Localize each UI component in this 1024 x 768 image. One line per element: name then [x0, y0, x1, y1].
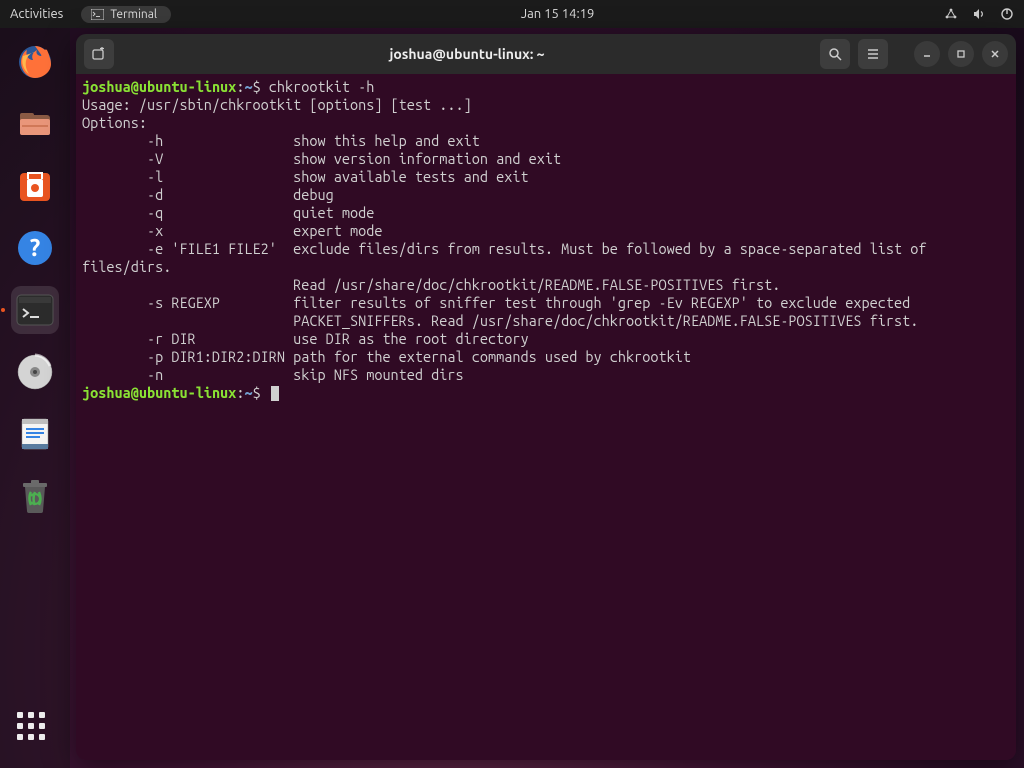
dock-help[interactable]: ?	[11, 224, 59, 272]
maximize-button[interactable]	[948, 41, 974, 67]
out-line-8: -e 'FILE1 FILE2' exclude files/dirs from…	[82, 240, 926, 257]
close-button[interactable]	[982, 41, 1008, 67]
out-line-11: -s REGEXP filter results of sniffer test…	[82, 294, 910, 311]
dock-files[interactable]	[11, 100, 59, 148]
search-button[interactable]	[820, 39, 850, 69]
out-line-5: -d debug	[82, 186, 334, 203]
out-line-6: -q quiet mode	[82, 204, 374, 221]
prompt2-path: ~	[244, 384, 252, 401]
active-app-indicator[interactable]: Terminal	[81, 6, 171, 23]
prompt-at: @	[131, 78, 139, 95]
dock-text-editor[interactable]	[11, 410, 59, 458]
prompt-dollar: $	[253, 78, 261, 95]
titlebar[interactable]: joshua@ubuntu-linux: ~	[76, 34, 1016, 74]
terminal-window: joshua@ubuntu-linux: ~	[76, 34, 1016, 760]
out-line-0: Usage: /usr/sbin/chkrootkit [options] [t…	[82, 96, 472, 113]
prompt-host: ubuntu-linux	[139, 78, 236, 95]
network-icon	[944, 7, 958, 21]
menu-button[interactable]	[858, 39, 888, 69]
prompt-path: ~	[244, 78, 252, 95]
out-line-2: -h show this help and exit	[82, 132, 480, 149]
svg-text:?: ?	[30, 234, 41, 261]
dock-firefox[interactable]	[11, 38, 59, 86]
prompt2-at: @	[131, 384, 139, 401]
command-1: chkrootkit -h	[261, 78, 375, 95]
terminal-icon	[91, 9, 104, 20]
out-line-3: -V show version information and exit	[82, 150, 561, 167]
out-line-15: -n skip NFS mounted dirs	[82, 366, 464, 383]
out-line-1: Options:	[82, 114, 147, 131]
out-line-13: -r DIR use DIR as the root directory	[82, 330, 529, 347]
dock-trash[interactable]	[11, 472, 59, 520]
out-line-14: -p DIR1:DIR2:DIRN path for the external …	[82, 348, 691, 365]
prompt2-user: joshua	[82, 384, 131, 401]
minimize-button[interactable]	[914, 41, 940, 67]
prompt2-host: ubuntu-linux	[139, 384, 236, 401]
dock-software[interactable]	[11, 162, 59, 210]
out-line-4: -l show available tests and exit	[82, 168, 529, 185]
terminal-output[interactable]: joshua@ubuntu-linux:~$ chkrootkit -h Usa…	[76, 74, 1016, 760]
cursor	[271, 386, 279, 401]
desktop: ? joshua@ubuntu-linux: ~	[0, 28, 1024, 768]
power-icon	[1000, 7, 1014, 21]
dock: ?	[0, 28, 70, 768]
clock[interactable]: Jan 15 14:19	[521, 7, 595, 21]
dock-disc[interactable]	[11, 348, 59, 396]
active-app-label: Terminal	[110, 8, 157, 21]
show-applications-button[interactable]	[17, 712, 53, 748]
prompt2-dollar: $	[253, 384, 261, 401]
system-tray[interactable]	[944, 7, 1014, 21]
out-line-9: files/dirs.	[82, 258, 171, 275]
dock-terminal[interactable]	[11, 286, 59, 334]
activities-button[interactable]: Activities	[10, 7, 63, 21]
prompt-user: joshua	[82, 78, 131, 95]
out-line-10: Read /usr/share/doc/chkrootkit/README.FA…	[82, 276, 780, 293]
new-tab-button[interactable]	[84, 39, 114, 69]
volume-icon	[972, 7, 986, 21]
out-line-12: PACKET_SNIFFERs. Read /usr/share/doc/chk…	[82, 312, 918, 329]
out-line-7: -x expert mode	[82, 222, 382, 239]
top-panel: Activities Terminal Jan 15 14:19	[0, 0, 1024, 28]
window-title: joshua@ubuntu-linux: ~	[120, 46, 814, 62]
